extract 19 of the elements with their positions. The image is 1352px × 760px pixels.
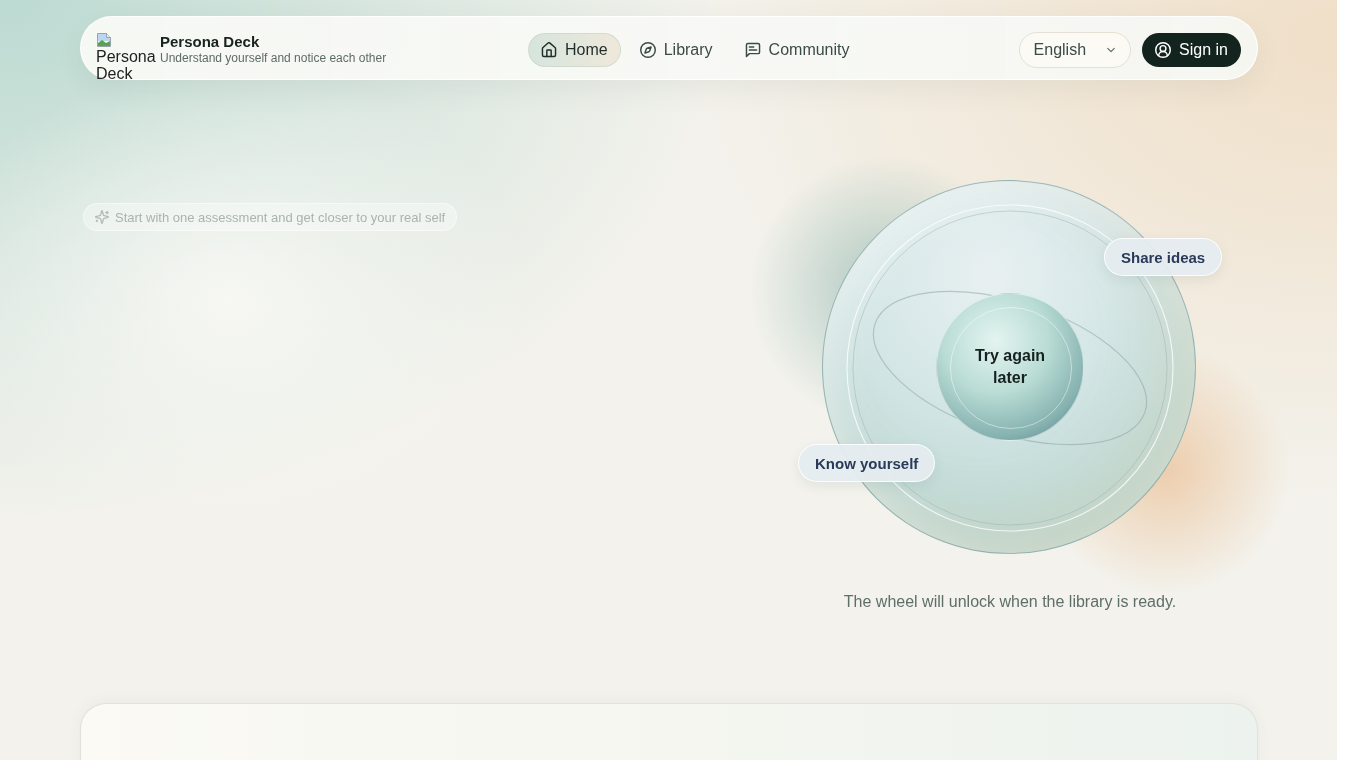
wheel-label: Know yourself <box>798 444 936 482</box>
broken-image-icon <box>96 32 112 48</box>
wheel-center-orb: Try again later <box>936 293 1084 441</box>
sign-in-button[interactable]: Sign in <box>1142 32 1241 67</box>
nav-link[interactable]: Community <box>731 32 863 67</box>
house-icon <box>541 41 557 58</box>
wheel-label: Share ideas <box>1104 238 1223 276</box>
user-circle-icon <box>1155 41 1172 58</box>
compass-icon <box>639 41 656 58</box>
wheel-caption: The wheel will unlock when the library is ready. <box>843 592 1177 611</box>
language-select[interactable]: English <box>1018 31 1132 68</box>
nav-link[interactable]: Home <box>528 32 621 67</box>
sparkles-icon <box>95 210 109 224</box>
chat-icon <box>744 41 761 58</box>
brand-tagline: Understand yourself and notice each other <box>160 51 387 66</box>
logo-alt-text: Persona Deck <box>96 48 156 82</box>
brand-title: Persona Deck <box>160 33 261 51</box>
nav-link[interactable]: Library <box>626 32 726 67</box>
intro-badge: Start with one assessment and get closer to your real self <box>83 203 458 231</box>
